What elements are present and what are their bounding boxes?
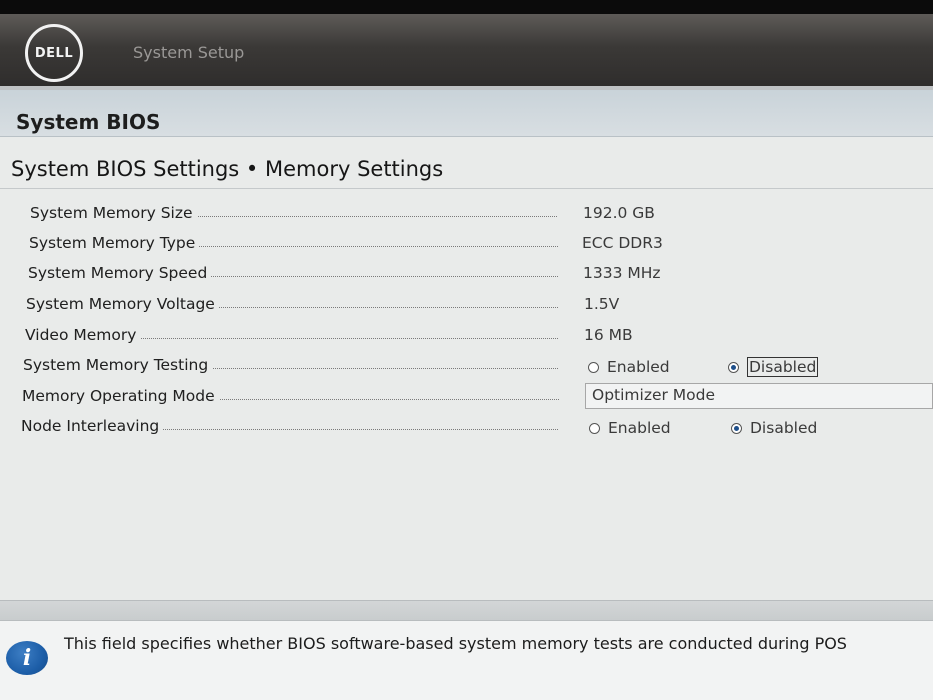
monitor-bezel xyxy=(0,0,933,14)
divider xyxy=(0,188,933,189)
setting-row-memory-type: System Memory Type ECC DDR3 xyxy=(29,234,933,258)
memory-testing-enabled-radio[interactable]: Enabled xyxy=(588,356,670,378)
setting-label: System Memory Testing xyxy=(23,356,213,374)
radio-label: Enabled xyxy=(607,358,670,376)
page-title: System BIOS Settings • Memory Settings xyxy=(11,157,444,181)
setting-label: Node Interleaving xyxy=(21,417,164,435)
radio-label: Disabled xyxy=(750,419,818,437)
node-interleaving-enabled-radio[interactable]: Enabled xyxy=(589,417,671,439)
setting-label: System Memory Voltage xyxy=(26,295,219,313)
setting-row-node-interleaving: Node Interleaving Enabled Disabled xyxy=(21,417,933,441)
section-title: System BIOS xyxy=(16,110,161,134)
radio-selected-icon xyxy=(731,422,742,434)
setting-label: Memory Operating Mode xyxy=(22,387,219,405)
info-icon: i xyxy=(6,641,48,675)
setting-value: ECC DDR3 xyxy=(582,234,663,252)
setting-value: 1.5V xyxy=(584,295,620,313)
section-band: System BIOS xyxy=(0,90,933,137)
setting-value: 1333 MHz xyxy=(583,264,661,282)
setting-value: 16 MB xyxy=(584,326,633,344)
setting-row-memory-testing: System Memory Testing Enabled Disabled xyxy=(23,356,933,380)
help-text: This field specifies whether BIOS softwa… xyxy=(64,634,847,653)
radio-label: Disabled xyxy=(747,357,819,377)
setting-row-memory-speed: System Memory Speed 1333 MHz xyxy=(28,264,933,288)
help-separator xyxy=(0,600,933,621)
setting-row-operating-mode: Memory Operating Mode Optimizer Mode xyxy=(22,383,933,411)
setting-label: Video Memory xyxy=(25,326,141,344)
setting-label: System Memory Type xyxy=(29,234,200,252)
setting-value: 192.0 GB xyxy=(583,204,655,222)
dell-logo: DELL xyxy=(25,24,83,82)
setting-label: System Memory Speed xyxy=(28,264,212,282)
bios-screen: DELL System Setup System BIOS System BIO… xyxy=(0,0,933,700)
setting-row-video-memory: Video Memory 16 MB xyxy=(25,326,933,350)
setting-row-memory-size: System Memory Size 192.0 GB xyxy=(30,204,933,228)
radio-icon xyxy=(588,361,599,373)
memory-testing-disabled-radio[interactable]: Disabled xyxy=(728,356,819,378)
radio-icon xyxy=(589,422,600,434)
help-panel: i This field specifies whether BIOS soft… xyxy=(0,620,933,700)
setting-row-memory-voltage: System Memory Voltage 1.5V xyxy=(26,295,933,319)
setting-label: System Memory Size xyxy=(30,204,197,222)
memory-operating-mode-select[interactable]: Optimizer Mode xyxy=(585,383,933,409)
radio-selected-icon xyxy=(728,361,739,373)
header-title: System Setup xyxy=(133,43,245,62)
header-bar: DELL System Setup xyxy=(0,14,933,90)
node-interleaving-disabled-radio[interactable]: Disabled xyxy=(731,417,817,439)
radio-label: Enabled xyxy=(608,419,671,437)
